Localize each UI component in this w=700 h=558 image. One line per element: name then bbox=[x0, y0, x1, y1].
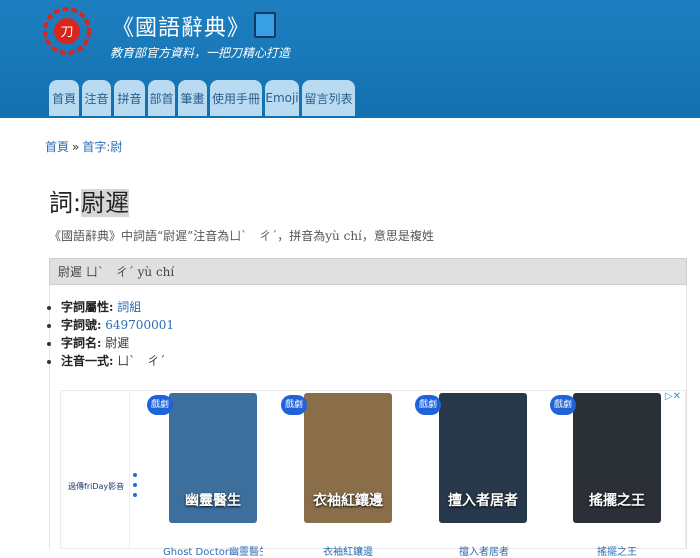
page-title: 詞:尉遲 bbox=[49, 183, 130, 218]
property-link-attribute[interactable]: 詞組 bbox=[117, 300, 141, 314]
tab-strokes[interactable]: 筆畫 bbox=[178, 80, 207, 116]
property-value: ㄩˋ ㄔˊ bbox=[117, 354, 166, 368]
drama-badge: 戲劇 bbox=[147, 395, 173, 415]
drama-badge: 戲劇 bbox=[281, 395, 307, 415]
poster-title: 搖擺之王 bbox=[589, 493, 645, 509]
list-item: 字詞屬性: 詞組 bbox=[61, 298, 174, 316]
poster-title: 幽靈醫生 bbox=[185, 493, 241, 509]
ad-dots-icon bbox=[133, 473, 139, 503]
poster-title: 擅入者居者 bbox=[448, 493, 518, 509]
breadcrumb: 首頁» 首字:尉 bbox=[45, 138, 122, 155]
drama-badge: 戲劇 bbox=[415, 395, 441, 415]
property-key: 字詞名: bbox=[61, 336, 102, 350]
page-title-word: 尉遲 bbox=[81, 189, 130, 217]
drama-badge: 戲劇 bbox=[550, 395, 576, 415]
ad-caption[interactable]: Ghost Doctor幽靈醫生 bbox=[163, 543, 263, 558]
breadcrumb-current[interactable]: 首字:尉 bbox=[82, 140, 122, 154]
property-key: 注音一式: bbox=[61, 354, 114, 368]
property-link-id[interactable]: 649700001 bbox=[105, 318, 174, 332]
property-list: 字詞屬性: 詞組 字詞號: 649700001 字詞名: 尉遲 注音一式: ㄩˋ… bbox=[49, 298, 174, 370]
ad-poster[interactable]: 衣袖紅鑲邊 bbox=[304, 393, 392, 523]
book-icon bbox=[254, 12, 277, 38]
breadcrumb-separator: » bbox=[72, 140, 80, 154]
property-value: 尉遲 bbox=[105, 336, 130, 350]
logo-icon[interactable]: 刀 bbox=[42, 6, 92, 56]
page-title-prefix: 詞: bbox=[49, 189, 82, 217]
site-slogan: 教育部官方資料，一把刀精心打造 bbox=[110, 46, 291, 60]
property-key: 字詞號: bbox=[61, 318, 102, 332]
adchoices-icon[interactable]: ▷✕ bbox=[665, 391, 681, 402]
list-item: 字詞號: 649700001 bbox=[61, 316, 174, 334]
ad-caption[interactable]: 搖擺之王 bbox=[597, 543, 657, 558]
ad-caption[interactable]: 擅入者居者 bbox=[459, 543, 519, 558]
entry-header: 尉遲 ㄩˋ ㄔˊ yù chí bbox=[49, 258, 687, 285]
entry-description: 《國語辭典》中詞語“尉遲”注音為ㄩˋ ㄔˊ，拼音為yù chí，意思是複姓 bbox=[49, 229, 434, 243]
list-item: 注音一式: ㄩˋ ㄔˊ bbox=[61, 352, 174, 370]
tab-messages[interactable]: 留言列表 bbox=[302, 80, 355, 116]
property-key: 字詞屬性: bbox=[61, 300, 114, 314]
tab-home[interactable]: 首頁 bbox=[49, 80, 79, 116]
poster-title: 衣袖紅鑲邊 bbox=[313, 493, 383, 509]
tab-manual[interactable]: 使用手冊 bbox=[210, 80, 262, 116]
tab-zhuyin[interactable]: 注音 bbox=[82, 80, 111, 116]
ad-divider bbox=[129, 391, 130, 550]
tab-emoji[interactable]: Emoji bbox=[265, 80, 299, 116]
site-title-text: 《國語辭典》 bbox=[112, 16, 251, 41]
ad-poster[interactable]: 搖擺之王 bbox=[573, 393, 661, 523]
ad-poster[interactable]: 幽靈醫生 bbox=[169, 393, 257, 523]
ad-brand[interactable]: 過傳friDay影音 bbox=[68, 481, 124, 492]
list-item: 字詞名: 尉遲 bbox=[61, 334, 174, 352]
ad-caption[interactable]: 衣袖紅鑲邊 bbox=[323, 543, 383, 558]
tab-radical[interactable]: 部首 bbox=[148, 80, 175, 116]
ad-banner[interactable]: 過傳friDay影音 ▷✕ 幽靈醫生 戲劇 Ghost Doctor幽靈醫生 衣… bbox=[60, 390, 686, 558]
site-title[interactable]: 《國語辭典》 bbox=[112, 10, 277, 42]
breadcrumb-home[interactable]: 首頁 bbox=[45, 140, 69, 154]
nav-tabs: 首頁 注音 拼音 部首 筆畫 使用手冊 Emoji 留言列表 bbox=[49, 80, 358, 116]
svg-text:刀: 刀 bbox=[60, 25, 73, 40]
tab-pinyin[interactable]: 拼音 bbox=[114, 80, 145, 116]
ad-poster[interactable]: 擅入者居者 bbox=[439, 393, 527, 523]
site-header: 刀 《國語辭典》 教育部官方資料，一把刀精心打造 首頁 注音 拼音 部首 筆畫 … bbox=[0, 0, 700, 118]
